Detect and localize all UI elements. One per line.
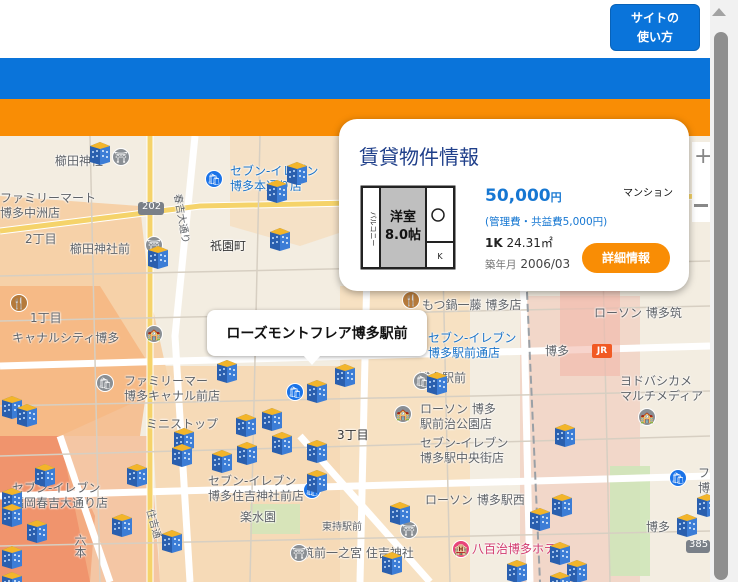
header-blue-band	[0, 58, 710, 99]
building-marker-icon[interactable]	[528, 502, 552, 532]
label-route-202: 202	[142, 201, 162, 212]
property-info-card: 賃貸物件情報 バルコニー 洋室 8.0帖 K 50,000円 (管理費・共益費5…	[339, 119, 689, 291]
building-marker-icon[interactable]	[160, 524, 184, 554]
zoom-out-icon[interactable]	[694, 204, 708, 207]
label-seven-kasuga: セブン-イレブン 福岡春吉大通り店	[12, 481, 109, 510]
building-marker-icon[interactable]	[270, 426, 294, 456]
convenience-store-icon: 🛍	[286, 383, 304, 401]
building-marker-icon[interactable]	[210, 444, 234, 474]
label-2chome: 2丁目	[25, 232, 57, 246]
shop-icon: 🍴	[402, 291, 420, 309]
building-marker-icon[interactable]	[15, 398, 39, 428]
school-icon: 🏫	[145, 325, 163, 343]
scrollbar-thumb[interactable]	[714, 32, 728, 580]
management-fee: (管理費・共益費5,000円)	[485, 216, 608, 228]
label-kushida-jinja-mae: 櫛田神社前	[70, 242, 131, 256]
shop-icon: 🍴	[10, 294, 28, 312]
label-motsunabe: もつ鍋一藤 博多店	[422, 298, 522, 312]
label-seven-chuogai: セブン-イレブン 博多駅中央街店	[420, 436, 509, 465]
school-icon: 🏫	[638, 408, 656, 426]
layout-area: 1K 24.31㎡	[485, 236, 553, 250]
tooltip-pointer	[303, 355, 321, 365]
svg-text:洋室: 洋室	[390, 209, 416, 225]
label-rokku: 六本	[73, 534, 87, 558]
building-marker-icon[interactable]	[695, 488, 710, 518]
label-lawson-hakata-chikushi: ローソン 博多筑	[594, 306, 682, 320]
label-yodobashi: ヨドバシカメ マルチメディア	[620, 374, 704, 403]
building-marker-icon[interactable]	[33, 458, 57, 488]
card-title: 賃貸物件情報	[359, 145, 479, 169]
building-marker-icon[interactable]	[333, 358, 357, 388]
label-seven-hakata-ekimae: セブン-イレブン 博多駅前通店	[428, 331, 517, 360]
building-marker-icon[interactable]	[305, 434, 329, 464]
detail-info-button[interactable]: 詳細情報	[582, 243, 670, 273]
label-rakusuien: 楽水園	[240, 510, 277, 524]
building-marker-icon[interactable]	[88, 136, 112, 166]
shrine-icon: ⛩	[290, 544, 308, 562]
building-marker-icon[interactable]	[388, 496, 412, 526]
building-marker-icon[interactable]	[146, 240, 170, 270]
building-marker-icon[interactable]	[425, 366, 449, 396]
building-marker-icon[interactable]	[548, 566, 572, 582]
building-marker-icon[interactable]	[265, 174, 289, 204]
jr-station-icon: JR	[592, 344, 612, 358]
label-hakata: 博多	[545, 344, 570, 358]
label-higashi-ekimae: 東持駅前	[322, 522, 362, 533]
property-name-tooltip: ローズモントフレア博多駅前	[207, 310, 427, 356]
building-marker-icon[interactable]	[0, 566, 24, 582]
label-3chome: 3丁目	[337, 428, 369, 442]
building-marker-icon[interactable]	[235, 436, 259, 466]
label-lawson-nishi: ローソン 博多駅西	[425, 493, 525, 507]
label-hakata-right: 博多	[646, 520, 671, 534]
site-guide-button[interactable]: サイトの 使い方	[610, 4, 700, 51]
building-marker-icon[interactable]	[305, 464, 329, 494]
convenience-store-icon: 🛍	[669, 469, 687, 487]
label-1chome: 1丁目	[30, 311, 62, 325]
floorplan-balcony-label: バルコニー	[369, 212, 377, 247]
built-date: 築年月 2006/03	[485, 257, 571, 271]
building-marker-icon[interactable]	[25, 514, 49, 544]
label-lawson-meiji: ローソン 博多 駅前治公園店	[420, 402, 496, 431]
shrine-icon: ⛩	[112, 148, 130, 166]
school-icon: 🏫	[394, 405, 412, 423]
building-marker-icon[interactable]	[553, 418, 577, 448]
label-gion-machi: 祇園町	[210, 239, 247, 253]
label-canal-city: キャナルシティ博多	[12, 331, 120, 345]
floorplan-image[interactable]: バルコニー 洋室 8.0帖 K	[360, 185, 456, 270]
convenience-store-icon: 🛍	[205, 170, 223, 188]
scroll-up-icon[interactable]	[712, 8, 726, 16]
building-marker-icon[interactable]	[380, 546, 404, 576]
zoom-control[interactable]: +	[692, 142, 712, 222]
label-seven-sumiyoshi: セブン-イレブン 博多住吉神社前店	[208, 474, 305, 503]
page: サイトの 使い方 櫛田神社 ファミリーマート 博多中洲店 セブン-イレブン 博多…	[0, 0, 738, 582]
building-marker-icon[interactable]	[550, 488, 574, 518]
building-marker-icon[interactable]	[110, 508, 134, 538]
shop-icon: 🛍	[96, 374, 114, 392]
rent-price: 50,000円	[485, 186, 562, 206]
building-marker-icon[interactable]	[268, 222, 292, 252]
hotel-icon: 🏨	[452, 540, 470, 558]
building-marker-icon[interactable]	[505, 554, 529, 582]
building-marker-icon[interactable]	[305, 374, 329, 404]
label-route-385: 385	[689, 539, 709, 550]
label-familymart-nakasu: ファミリーマート 博多中洲店	[0, 191, 97, 220]
building-marker-icon[interactable]	[170, 438, 194, 468]
property-type: マンション	[623, 188, 673, 199]
building-marker-icon[interactable]	[234, 408, 258, 438]
floorplan-kitchen-label: K	[437, 252, 443, 261]
label-familymart-canal: ファミリーマー 博多キャナル前店	[124, 374, 221, 403]
building-marker-icon[interactable]	[215, 354, 239, 384]
svg-text:8.0帖: 8.0帖	[385, 227, 421, 243]
top-bar: サイトの 使い方	[0, 0, 710, 58]
building-marker-icon[interactable]	[0, 498, 24, 528]
building-marker-icon[interactable]	[125, 458, 149, 488]
